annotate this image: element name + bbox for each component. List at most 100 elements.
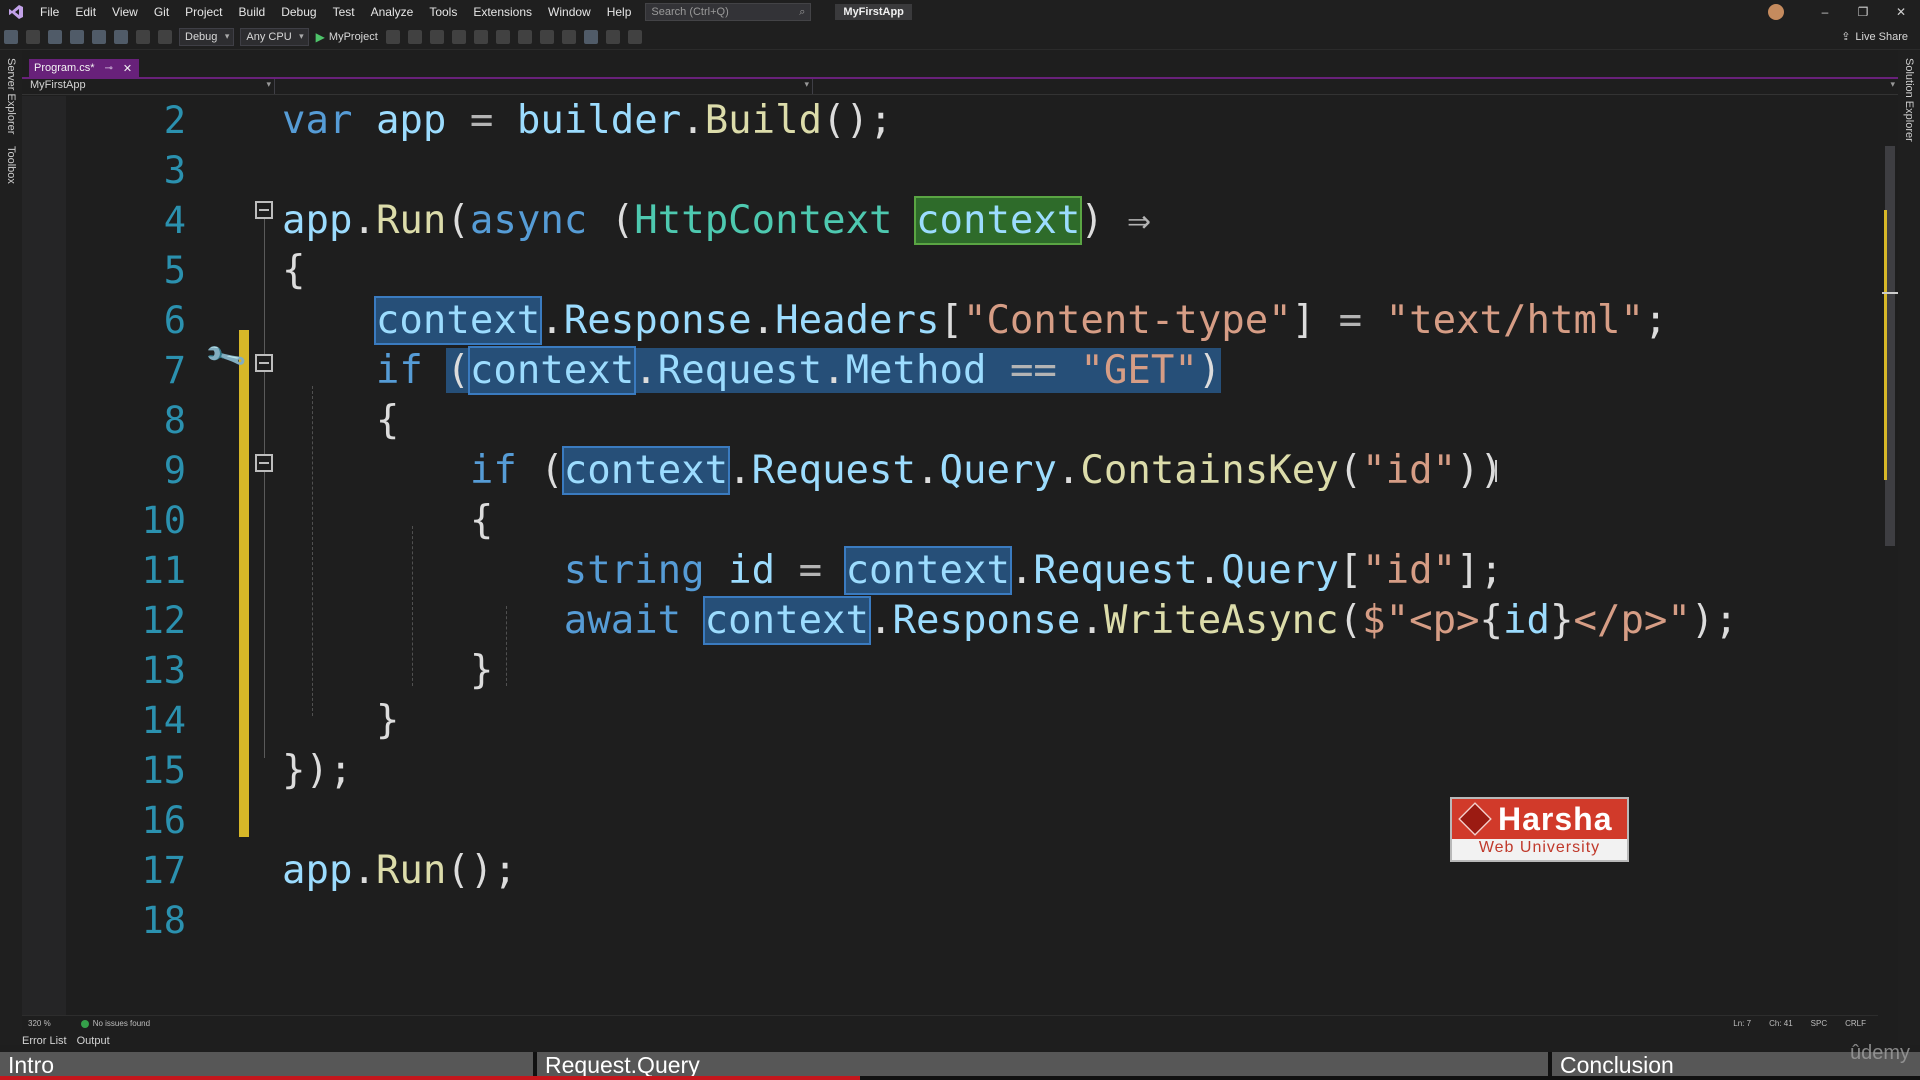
line-number: 8 xyxy=(163,399,186,442)
menu-edit[interactable]: Edit xyxy=(67,0,104,24)
comment-icon[interactable] xyxy=(605,29,620,44)
logo-mark-icon xyxy=(1458,802,1492,836)
whitespace-indicator[interactable]: SPC xyxy=(1811,1019,1827,1028)
menu-build[interactable]: Build xyxy=(231,0,274,24)
member-dropdown[interactable] xyxy=(813,79,1898,94)
solution-explorer-tab[interactable]: Solution Explorer xyxy=(1903,58,1915,142)
minimize-icon[interactable]: – xyxy=(1806,5,1844,19)
code-line: 12 await context.Response.WriteAsync($"<… xyxy=(22,596,1878,646)
start-without-debugging-icon[interactable] xyxy=(385,29,400,44)
menu-view[interactable]: View xyxy=(104,0,146,24)
live-share-label: Live Share xyxy=(1855,30,1908,43)
step-into-icon[interactable] xyxy=(539,29,554,44)
code-content: } xyxy=(282,698,400,743)
code-content: context.Response.Headers["Content-type"]… xyxy=(373,296,1668,345)
code-line: 15 }); xyxy=(22,746,1878,796)
code-line: 5 { xyxy=(22,246,1878,296)
run-target-label: MyProject xyxy=(328,30,378,43)
account-avatar[interactable] xyxy=(1768,4,1784,20)
uncomment-icon[interactable] xyxy=(627,29,642,44)
refresh-icon[interactable] xyxy=(429,29,444,44)
pin-icon[interactable]: ⊸ xyxy=(105,63,113,74)
menu-extensions[interactable]: Extensions xyxy=(465,0,540,24)
left-tool-strip: Server Explorer Toolbox xyxy=(0,50,22,1045)
close-tab-icon[interactable]: ✕ xyxy=(123,62,132,75)
tab-program-cs[interactable]: Program.cs* ⊸ ✕ xyxy=(29,59,139,77)
type-dropdown[interactable] xyxy=(275,79,813,94)
issues-indicator[interactable]: No issues found xyxy=(80,1019,150,1028)
line-number: 13 xyxy=(141,649,186,692)
menu-window[interactable]: Window xyxy=(540,0,599,24)
live-share-button[interactable]: ⇪ Live Share xyxy=(1841,30,1908,44)
line-number: 4 xyxy=(163,199,186,242)
save-all-icon[interactable] xyxy=(114,29,128,44)
navigate-back-icon[interactable] xyxy=(4,29,18,44)
open-file-icon[interactable] xyxy=(70,29,84,44)
platform-dropdown[interactable]: Any CPU xyxy=(240,27,309,46)
play-icon: ▶ xyxy=(315,29,325,44)
server-explorer-tab[interactable]: Server Explorer xyxy=(5,58,17,134)
standard-toolbar: Debug Any CPU ▶ MyProject ⇪ Live Share xyxy=(0,24,1920,50)
chapter-request-query[interactable]: Request.Query xyxy=(537,1052,1548,1076)
zoom-level[interactable]: 320 % xyxy=(28,1019,51,1028)
code-text[interactable]: 2 var app = builder.Build(); 3 4 app.Run… xyxy=(22,96,1878,1021)
hot-reload-icon[interactable] xyxy=(407,29,422,44)
cursor-position: Ln: 7 Ch: 41 SPC CRLF xyxy=(1733,1019,1866,1028)
tab-output[interactable]: Output xyxy=(77,1035,110,1051)
code-line: 18 xyxy=(22,896,1878,946)
browser-link-icon[interactable] xyxy=(451,29,466,44)
pause-icon[interactable] xyxy=(473,29,488,44)
menu-git[interactable]: Git xyxy=(146,0,177,24)
menu-test[interactable]: Test xyxy=(325,0,363,24)
menu-file[interactable]: File xyxy=(32,0,67,24)
configuration-dropdown[interactable]: Debug xyxy=(179,27,235,46)
code-line: 4 app.Run(async (HttpContext context) ⇒ xyxy=(22,196,1878,246)
code-line: 11 string id = context.Request.Query["id… xyxy=(22,546,1878,596)
menu-help[interactable]: Help xyxy=(599,0,640,24)
code-content: }); xyxy=(282,748,353,793)
redo-icon[interactable] xyxy=(158,29,172,44)
menu-project[interactable]: Project xyxy=(177,0,230,24)
menu-debug[interactable]: Debug xyxy=(273,0,324,24)
new-project-icon[interactable] xyxy=(48,29,62,44)
code-content: string id = context.Request.Query["id"]; xyxy=(563,546,1504,595)
menu-analyze[interactable]: Analyze xyxy=(363,0,422,24)
search-input[interactable]: Search (Ctrl+Q) ⌕ xyxy=(645,3,812,21)
logo-name: Harsha xyxy=(1498,800,1613,837)
code-editor[interactable]: 🔧 2 var app = builder.Build(); 3 4 app.R… xyxy=(22,96,1878,1021)
line-number: 3 xyxy=(163,149,186,192)
line-number: 14 xyxy=(141,699,186,742)
close-icon[interactable]: ✕ xyxy=(1882,5,1920,19)
navigate-forward-icon[interactable] xyxy=(26,29,40,44)
toolbox-tab[interactable]: Toolbox xyxy=(5,146,17,184)
step-out-icon[interactable] xyxy=(561,29,576,44)
video-progress[interactable] xyxy=(0,1076,861,1080)
menu-tools[interactable]: Tools xyxy=(421,0,465,24)
bottom-tool-tabs: Error List Output xyxy=(22,1035,110,1051)
project-dropdown[interactable]: MyFirstApp xyxy=(22,79,275,94)
step-over-icon[interactable] xyxy=(517,29,532,44)
live-share-icon: ⇪ xyxy=(1841,31,1851,43)
undo-icon[interactable] xyxy=(136,29,150,44)
code-line: 6 context.Response.Headers["Content-type… xyxy=(22,296,1878,346)
bookmark-icon[interactable] xyxy=(583,29,598,44)
line-number: 12 xyxy=(141,599,186,642)
tab-error-list[interactable]: Error List xyxy=(22,1035,67,1051)
code-content: await context.Response.WriteAsync($"<p>{… xyxy=(563,596,1738,645)
right-tool-strip: Solution Explorer xyxy=(1898,50,1920,1045)
chapter-intro[interactable]: Intro xyxy=(0,1052,533,1076)
line-number: 7 xyxy=(163,349,186,392)
code-content: app.Run(async (HttpContext context) ⇒ xyxy=(282,196,1151,245)
configuration-value: Debug xyxy=(185,30,218,43)
restore-icon[interactable]: ❐ xyxy=(1844,5,1882,19)
code-line: 9 if (context.Request.Query.ContainsKey(… xyxy=(22,446,1878,496)
code-content: { xyxy=(282,248,306,293)
stop-icon[interactable] xyxy=(495,29,510,44)
vertical-scrollbar[interactable] xyxy=(1882,96,1898,1021)
save-icon[interactable] xyxy=(92,29,106,44)
code-content: } xyxy=(282,648,494,693)
line-ending-indicator[interactable]: CRLF xyxy=(1845,1019,1866,1028)
code-line: 13 } xyxy=(22,646,1878,696)
search-placeholder: Search (Ctrl+Q) xyxy=(651,6,729,18)
start-debugging-button[interactable]: ▶ MyProject xyxy=(316,30,378,44)
